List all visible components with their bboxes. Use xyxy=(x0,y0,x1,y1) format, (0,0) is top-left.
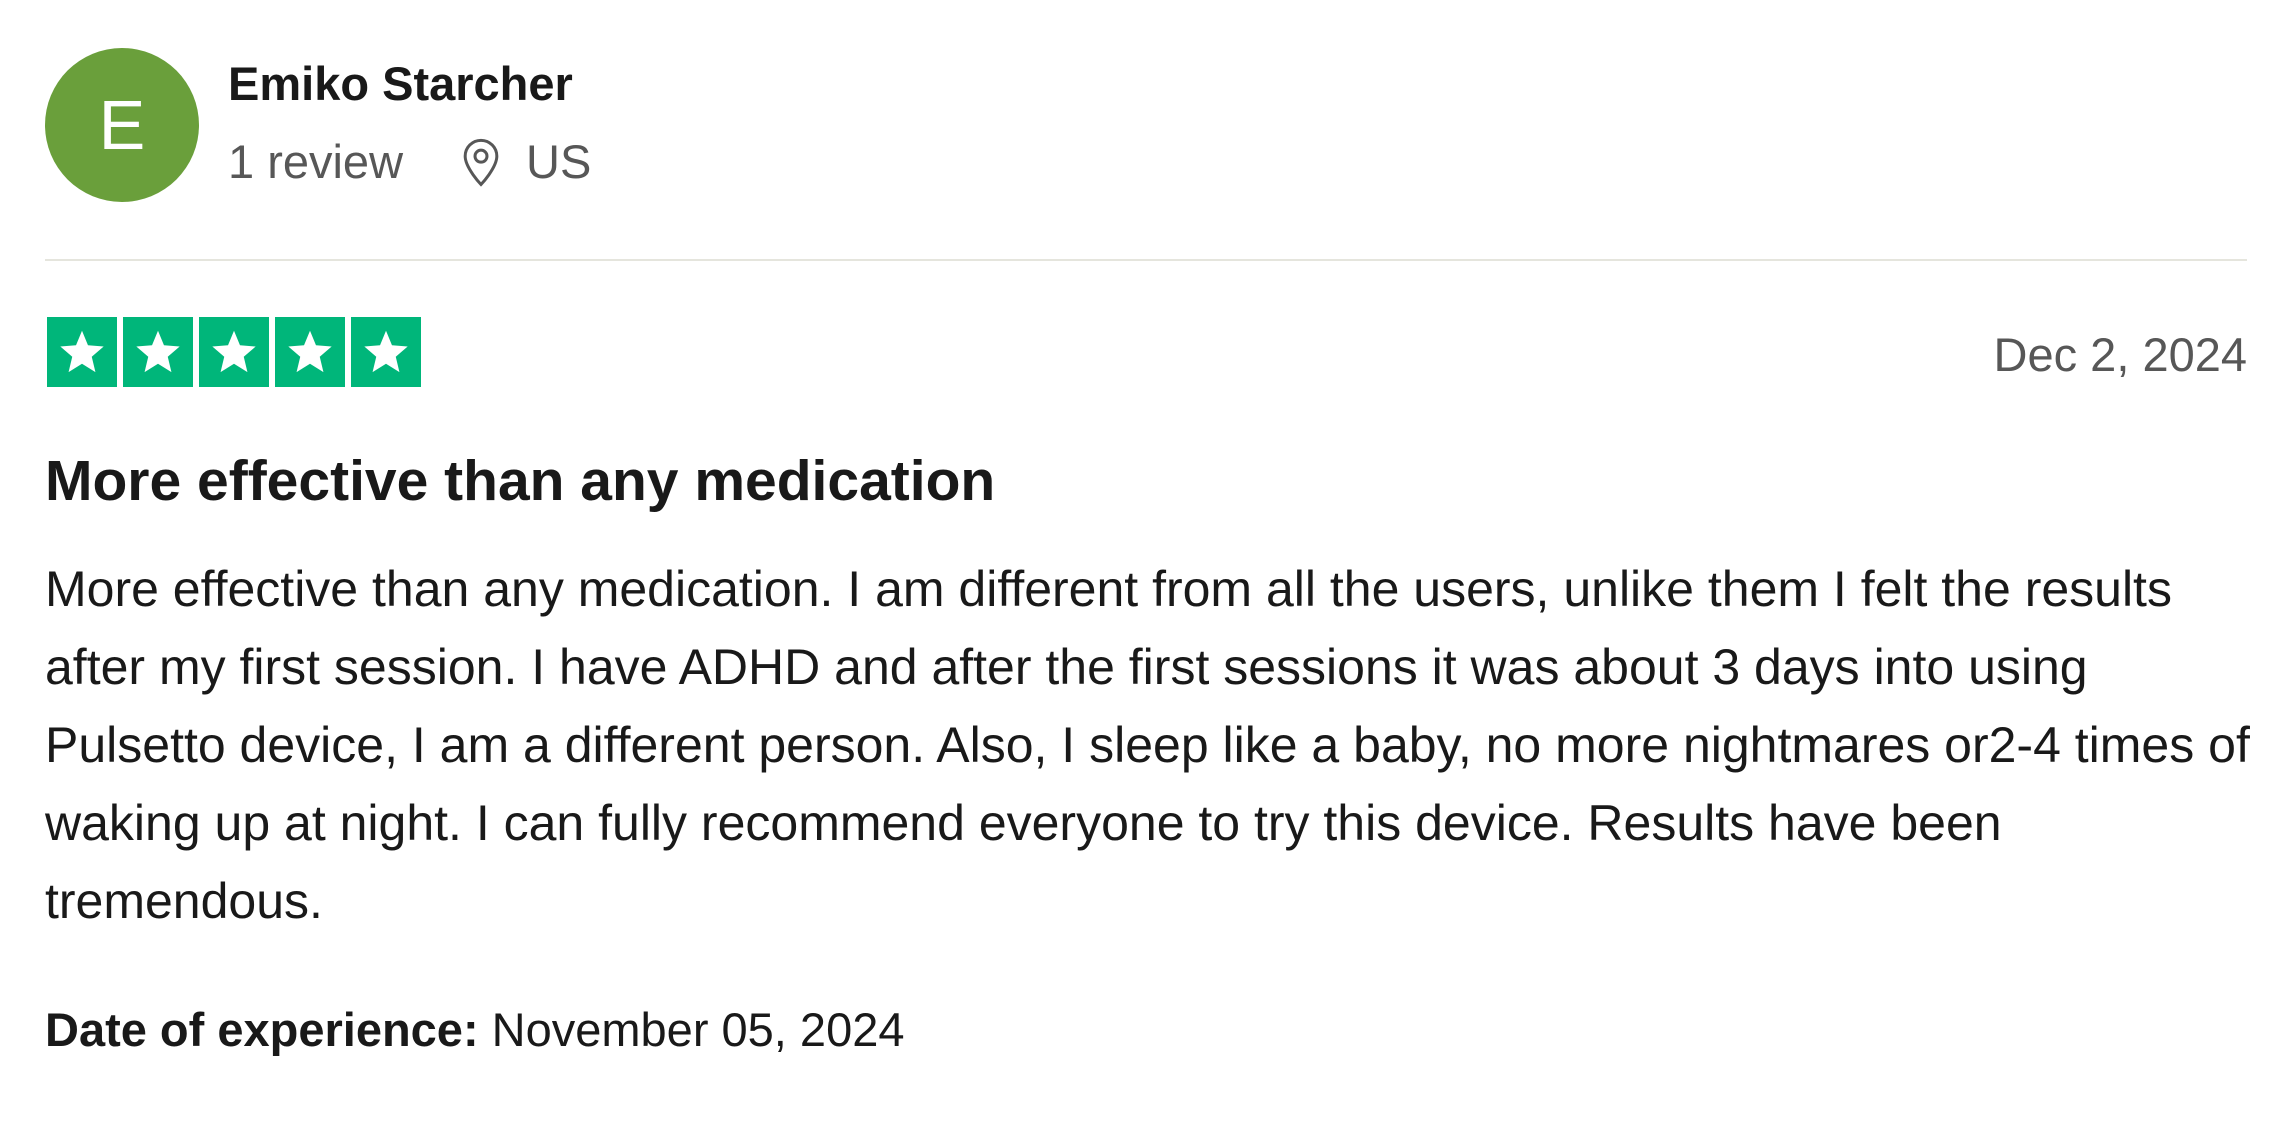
star-rating xyxy=(47,317,421,387)
reviewer-name[interactable]: Emiko Starcher xyxy=(228,56,573,111)
avatar-initial: E xyxy=(98,86,146,164)
star-icon xyxy=(47,317,117,387)
review-card: E Emiko Starcher 1 review US Dec 2, 2024… xyxy=(45,0,2250,1136)
review-title[interactable]: More effective than any medication xyxy=(45,448,995,514)
review-date: Dec 2, 2024 xyxy=(1993,328,2247,381)
star-icon xyxy=(123,317,193,387)
star-icon xyxy=(275,317,345,387)
experience-date: November 05, 2024 xyxy=(491,1003,905,1056)
review-count: 1 review xyxy=(228,135,404,188)
reviewer-meta: 1 review US xyxy=(228,134,591,189)
review-body: More effective than any medication. I am… xyxy=(45,561,2250,929)
reviewer-header: E Emiko Starcher 1 review US xyxy=(45,48,2247,204)
reviewer-country: US xyxy=(526,135,592,188)
avatar[interactable]: E xyxy=(45,48,199,202)
experience-label: Date of experience: xyxy=(45,1003,492,1056)
star-icon xyxy=(351,317,421,387)
date-of-experience: Date of experience: November 05, 2024 xyxy=(45,1002,904,1057)
location-pin-icon xyxy=(463,138,499,187)
divider xyxy=(45,259,2247,261)
star-icon xyxy=(199,317,269,387)
reviewer-location: US xyxy=(461,134,591,189)
